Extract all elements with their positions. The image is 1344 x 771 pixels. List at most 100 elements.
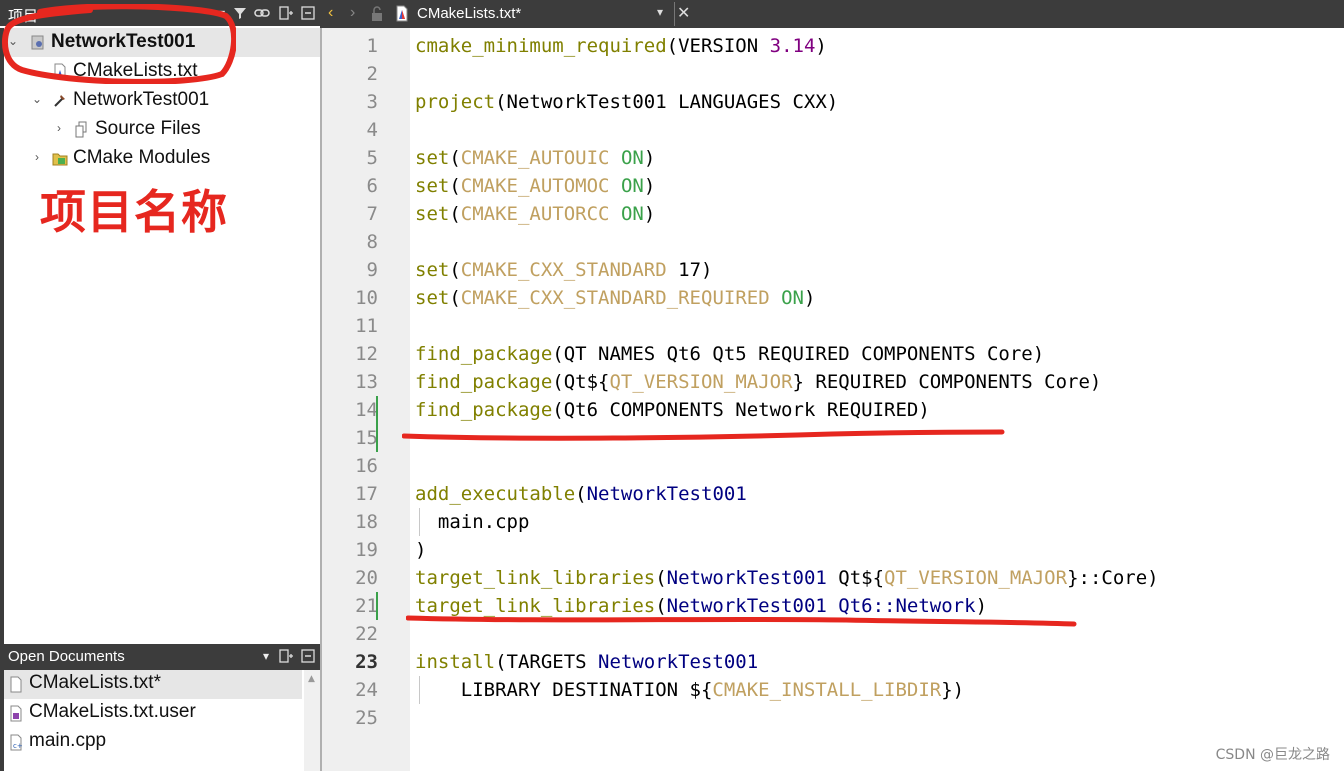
- open-documents-list: CMakeLists.txt* CMakeLists.txt.user c+ m…: [4, 670, 304, 771]
- line-number: 1: [366, 35, 378, 57]
- close-pane-icon[interactable]: [300, 5, 316, 21]
- forward-arrow-icon[interactable]: ›: [350, 4, 355, 22]
- link-with-editor-icon[interactable]: [254, 5, 270, 21]
- open-documents-scrollbar[interactable]: ▲: [304, 670, 320, 771]
- chevron-right-icon[interactable]: ›: [52, 121, 66, 135]
- indent-guide: [419, 508, 420, 536]
- line-number: 10: [355, 287, 378, 309]
- line-number: 5: [366, 147, 378, 169]
- editor-toolbar: ‹ › CMakeLists.txt* ▾ ✕: [320, 0, 1344, 28]
- user-file-icon: [8, 705, 24, 722]
- scroll-up-icon[interactable]: ▲: [308, 674, 315, 684]
- code-editor[interactable]: cmake_minimum_required(VERSION 3.14) pro…: [402, 28, 1344, 771]
- project-pane-header: 项目 ▾: [0, 0, 320, 26]
- code-line: project(NetworkTest001 LANGUAGES CXX): [415, 91, 839, 113]
- project-tree: ⌄ NetworkTest001 CMakeLists.txt ⌄ Networ…: [4, 28, 320, 640]
- line-number: 6: [366, 175, 378, 197]
- chevron-down-icon[interactable]: ⌄: [6, 34, 20, 48]
- line-number: 8: [366, 231, 378, 253]
- line-number: 12: [355, 343, 378, 365]
- tree-item-build-target[interactable]: ⌄ NetworkTest001: [4, 86, 320, 115]
- project-pane: 项目 ▾ ⌄ NetworkTest001 CMakeLists.txt ⌄ N…: [0, 0, 320, 771]
- document-dropdown-icon[interactable]: ▾: [657, 5, 663, 19]
- editor-tab-title[interactable]: CMakeLists.txt*: [417, 5, 521, 22]
- tree-item-label: CMake Modules: [73, 147, 211, 168]
- code-line: LIBRARY DESTINATION ${CMAKE_INSTALL_LIBD…: [415, 679, 965, 701]
- line-number: 20: [355, 567, 378, 589]
- open-doc-cmakelists-user[interactable]: CMakeLists.txt.user: [4, 699, 302, 728]
- close-document-icon[interactable]: ✕: [677, 3, 690, 23]
- line-number: 21: [355, 595, 378, 617]
- tree-item-source-files[interactable]: › Source Files: [4, 115, 320, 144]
- changed-line-marker: [376, 424, 378, 452]
- line-number: 14: [355, 399, 378, 421]
- line-number: 22: [355, 623, 378, 645]
- line-number: 4: [366, 119, 378, 141]
- open-doc-cmakelists[interactable]: CMakeLists.txt*: [4, 670, 302, 699]
- toolbar-separator: [674, 2, 675, 26]
- open-documents-header: Open Documents ▾: [0, 644, 320, 670]
- split-icon[interactable]: [278, 648, 294, 664]
- tree-item-cmakelists[interactable]: CMakeLists.txt: [4, 57, 320, 86]
- chevron-down-icon[interactable]: ▾: [258, 648, 274, 664]
- tree-item-cmake-modules[interactable]: › CMake Modules: [4, 144, 320, 173]
- tree-item-label: NetworkTest001: [51, 31, 196, 52]
- code-line: main.cpp: [415, 511, 530, 533]
- code-line: install(TARGETS NetworkTest001: [415, 651, 759, 673]
- code-line: find_package(QT NAMES Qt6 Qt5 REQUIRED C…: [415, 343, 1045, 365]
- close-pane-icon[interactable]: [300, 648, 316, 664]
- line-number: 7: [366, 203, 378, 225]
- cpp-file-icon: c+: [8, 734, 24, 751]
- code-line: set(CMAKE_CXX_STANDARD 17): [415, 259, 713, 281]
- line-number: 15: [355, 427, 378, 449]
- code-line: cmake_minimum_required(VERSION 3.14): [415, 35, 827, 57]
- line-number: 11: [355, 315, 378, 337]
- tree-item-label: NetworkTest001: [73, 89, 210, 110]
- code-line: find_package(Qt${QT_VERSION_MAJOR} REQUI…: [415, 371, 1102, 393]
- line-number: 9: [366, 259, 378, 281]
- source-files-icon: [74, 121, 90, 138]
- cmake-modules-folder-icon: [52, 150, 68, 167]
- line-number: 17: [355, 483, 378, 505]
- watermark: CSDN @巨龙之路: [1215, 747, 1330, 763]
- open-doc-label: CMakeLists.txt*: [29, 672, 161, 693]
- code-line: set(CMAKE_AUTORCC ON): [415, 203, 656, 225]
- code-line: add_executable(NetworkTest001: [415, 483, 747, 505]
- line-number: 3: [366, 91, 378, 113]
- open-doc-label: CMakeLists.txt.user: [29, 701, 196, 722]
- annotation-project-name-label: 项目名称: [40, 185, 228, 239]
- tree-item-label: CMakeLists.txt: [73, 60, 198, 81]
- project-pane-title: 项目: [8, 8, 39, 25]
- code-line: set(CMAKE_AUTOUIC ON): [415, 147, 656, 169]
- line-number-gutter: 1 2 3 4 5 6 7 8 9 10 11 12 13 14 15 16 1…: [322, 28, 410, 771]
- changed-line-marker: [376, 592, 378, 620]
- tree-item-project-root[interactable]: ⌄ NetworkTest001: [4, 28, 320, 57]
- back-arrow-icon[interactable]: ‹: [328, 4, 333, 22]
- indent-guide: [419, 676, 420, 704]
- line-number: 25: [355, 707, 378, 729]
- line-number: 24: [355, 679, 378, 701]
- annotation-red-underline: [402, 429, 1005, 441]
- changed-line-marker: [376, 396, 378, 424]
- code-line: target_link_libraries(NetworkTest001 Qt6…: [415, 595, 988, 617]
- svg-text:c+: c+: [13, 742, 23, 750]
- line-number: 18: [355, 511, 378, 533]
- lock-icon[interactable]: [370, 6, 384, 26]
- view-dropdown-icon[interactable]: ▾: [214, 5, 230, 21]
- line-number-current: 23: [355, 651, 378, 673]
- line-number: 13: [355, 371, 378, 393]
- filter-icon[interactable]: [232, 5, 248, 21]
- split-icon[interactable]: [278, 5, 294, 21]
- text-file-icon: [8, 676, 24, 693]
- code-line: ): [415, 539, 427, 561]
- open-documents-title: Open Documents: [8, 648, 125, 665]
- code-line: set(CMAKE_AUTOMOC ON): [415, 175, 656, 197]
- open-doc-main-cpp[interactable]: c+ main.cpp: [4, 728, 302, 757]
- chevron-right-icon[interactable]: ›: [30, 150, 44, 164]
- line-number: 2: [366, 63, 378, 85]
- line-number: 19: [355, 539, 378, 561]
- code-line: find_package(Qt6 COMPONENTS Network REQU…: [415, 399, 930, 421]
- tree-item-label: Source Files: [95, 118, 201, 139]
- code-line: target_link_libraries(NetworkTest001 Qt$…: [415, 567, 1159, 589]
- chevron-down-icon[interactable]: ⌄: [30, 92, 44, 106]
